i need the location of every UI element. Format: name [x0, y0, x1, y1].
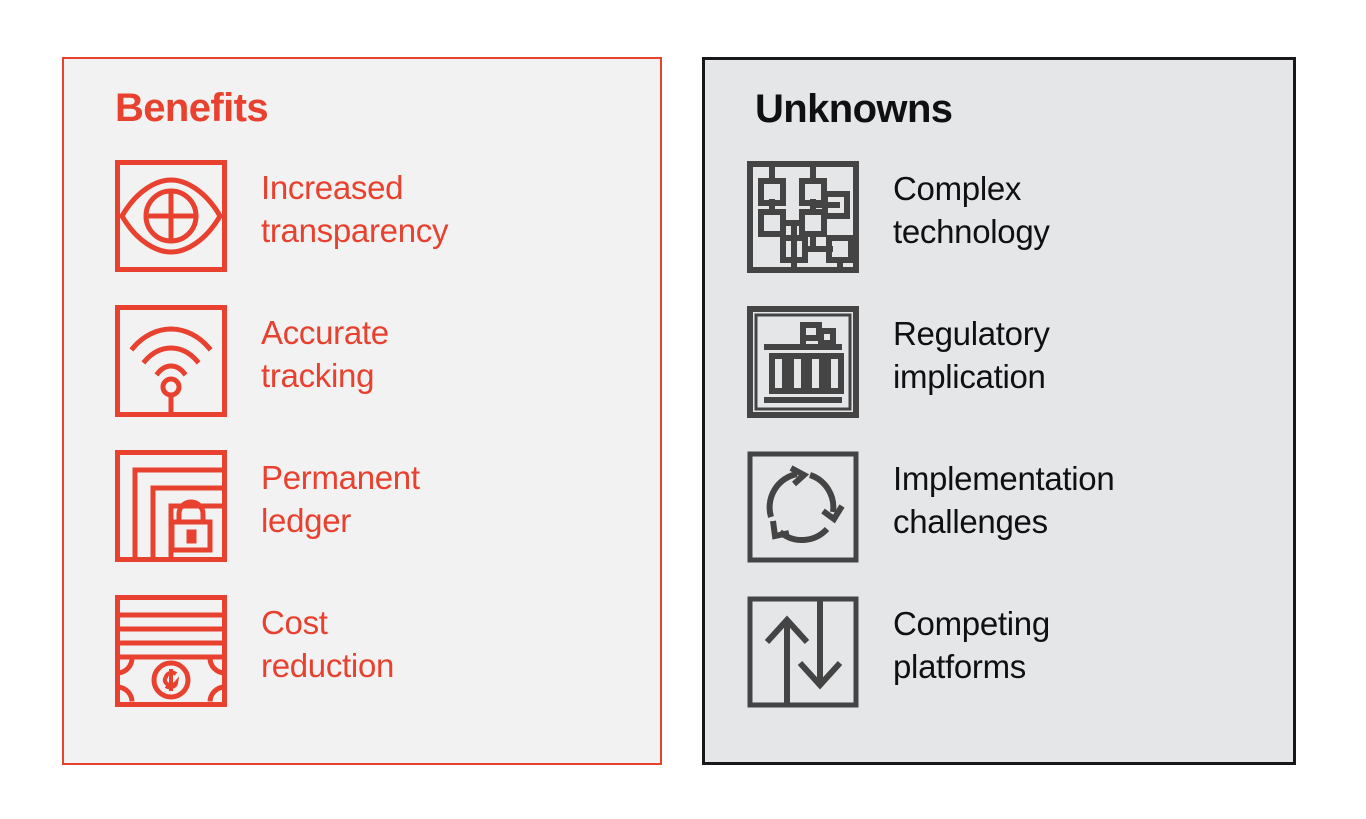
circular-arrows-icon — [747, 451, 859, 563]
unknowns-list-item-label: Complex technology — [893, 170, 1050, 250]
benefits-list-item[interactable]: Increased transparency — [115, 160, 448, 272]
unknowns-panel: Unknowns Complex technology Regulatory i… — [702, 57, 1296, 765]
unknowns-list-item-label: Regulatory implication — [893, 315, 1050, 395]
unknowns-list-item[interactable]: Competing platforms — [747, 596, 1050, 708]
benefits-panel-title: Benefits — [115, 86, 269, 130]
slide-canvas: Benefits Increased transparency Accurate… — [0, 0, 1366, 819]
benefits-list-item[interactable]: Cost reduction — [115, 595, 394, 707]
unknowns-list-item[interactable]: Complex technology — [747, 161, 1050, 273]
unknowns-list-item[interactable]: Implementation challenges — [747, 451, 1115, 563]
stacked-pages-lock-icon — [115, 450, 227, 562]
benefits-list-item-label: Increased transparency — [261, 169, 449, 249]
government-building-icon — [747, 306, 859, 418]
unknowns-list-item-label: Implementation challenges — [893, 460, 1115, 540]
unknowns-list-item-label: Competing platforms — [893, 605, 1050, 685]
unknowns-panel-title: Unknowns — [755, 87, 953, 131]
benefits-panel: Benefits Increased transparency Accurate… — [62, 57, 662, 765]
up-down-arrows-icon — [747, 596, 859, 708]
network-nodes-icon — [747, 161, 859, 273]
benefits-list-item[interactable]: Permanent ledger — [115, 450, 420, 562]
wireless-tracking-icon — [115, 305, 227, 417]
banknote-stack-dollar-icon — [115, 595, 227, 707]
unknowns-list-item[interactable]: Regulatory implication — [747, 306, 1050, 418]
benefits-list-item-label: Accurate tracking — [261, 314, 389, 394]
benefits-list-item-label: Cost reduction — [261, 604, 395, 684]
eye-target-icon — [115, 160, 227, 272]
benefits-list-item[interactable]: Accurate tracking — [115, 305, 389, 417]
benefits-list-item-label: Permanent ledger — [261, 459, 420, 539]
